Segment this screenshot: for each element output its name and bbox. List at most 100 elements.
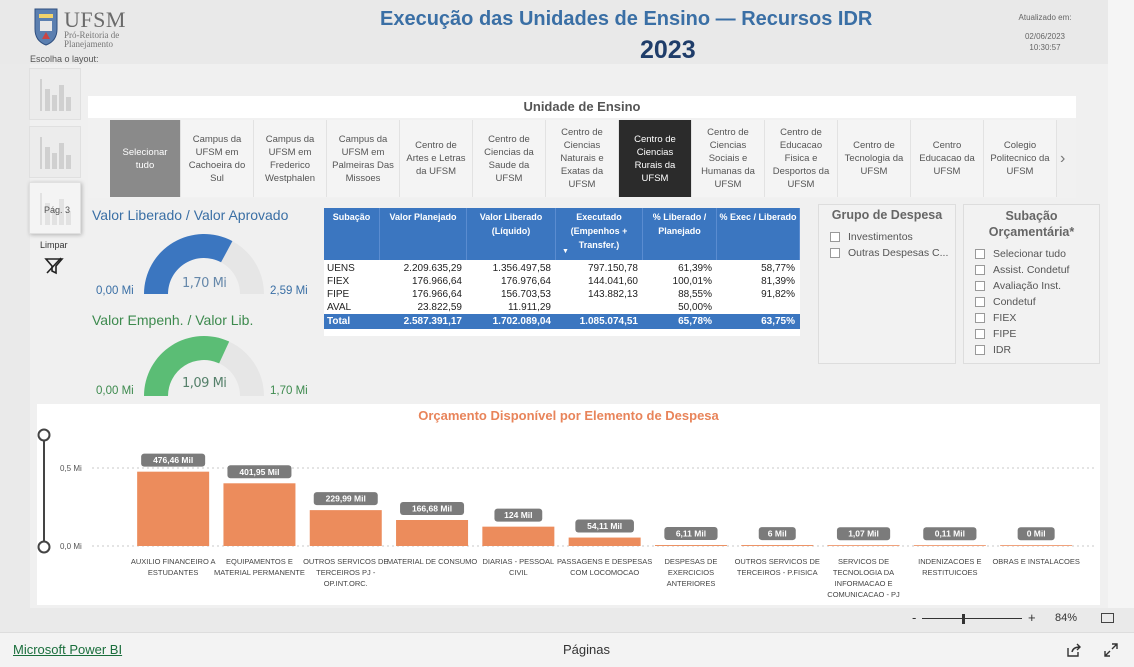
- checkbox[interactable]: [830, 232, 840, 242]
- fullscreen-icon[interactable]: [1104, 643, 1118, 657]
- x-tick-label: TECNOLOGIA DA: [833, 568, 894, 577]
- share-icon[interactable]: [1066, 643, 1082, 657]
- x-tick-label: TERCEIROS PJ -: [316, 568, 376, 577]
- x-tick-label: EQUIPAMENTOS E: [226, 557, 293, 566]
- bar: [654, 545, 727, 546]
- table-cell: 23.822,59: [417, 302, 463, 313]
- unit-tile[interactable]: Centro de Artes e Letras da UFSM: [400, 120, 473, 197]
- table-cell: 11.911,29: [507, 302, 551, 313]
- gauge2-title: Valor Empenh. / Valor Lib.: [92, 312, 254, 328]
- x-tick-label: ESTUDANTES: [148, 568, 198, 577]
- total-cell: 1.085.074,51: [579, 316, 638, 327]
- col-header-pct-exec[interactable]: % Exec / Liberado: [717, 208, 800, 260]
- slicer-option-label: Condetuf: [993, 296, 1036, 308]
- table-row[interactable]: FIEX 176.966,64 176.976,64 144.041,60 100,01…: [324, 275, 800, 288]
- total-cell: Total: [327, 316, 351, 327]
- table-row[interactable]: AVAL 23.822,59 11.911,29 50,00%: [324, 301, 800, 314]
- table-row[interactable]: UENS 2.209.635,29 1.356.497,58 797.150,78 61…: [324, 262, 800, 275]
- gauge1-max: 2,59 Mi: [270, 285, 308, 297]
- table-cell: 2.209.635,29: [403, 263, 462, 274]
- clear-filter-icon[interactable]: [44, 256, 64, 276]
- chevron-right-icon[interactable]: ›: [1060, 150, 1065, 168]
- table-row[interactable]: FIPE 176.966,64 156.703,53 143.882,13 88,55%…: [324, 288, 800, 301]
- x-tick-label: TERCEIROS - P.FISICA: [737, 568, 818, 577]
- x-tick-label: COMUNICACAO - PJ: [827, 590, 900, 599]
- unit-tile[interactable]: Centro de Ciencias Sociais e Humanas da …: [692, 120, 765, 197]
- fit-to-page-icon[interactable]: [1101, 613, 1114, 623]
- checkbox[interactable]: [975, 297, 985, 307]
- pages-button[interactable]: Páginas: [563, 642, 610, 657]
- chart-title: Orçamento Disponível por Elemento de Des…: [37, 404, 1100, 427]
- total-cell: 1.702.089,04: [492, 316, 551, 327]
- zoom-slider-track[interactable]: [922, 618, 1022, 619]
- data-label: 166,68 Mil: [412, 503, 452, 513]
- slicer-option[interactable]: Condetuf: [975, 294, 1099, 310]
- gauge2-min: 0,00 Mi: [96, 385, 134, 397]
- slicer-option[interactable]: Assist. Condetuf: [975, 262, 1099, 278]
- checkbox[interactable]: [975, 281, 985, 291]
- layout-option-3[interactable]: Pág. 3: [29, 182, 81, 234]
- unit-tile[interactable]: Centro de Tecnologia da UFSM: [838, 120, 911, 197]
- subacao-orcamentaria-options: Selecionar tudo Assist. Condetuf Avaliação…: [964, 240, 1099, 358]
- checkbox[interactable]: [975, 329, 985, 339]
- checkbox[interactable]: [975, 249, 985, 259]
- col-header-executado[interactable]: Executado (Empenhos + Transfer.) ▼: [556, 208, 643, 260]
- slicer-option-label: Avaliação Inst.: [993, 280, 1062, 292]
- choose-layout-label: Escolha o layout:: [30, 54, 99, 64]
- data-label: 0 Mil: [1027, 529, 1046, 539]
- slicer-option[interactable]: Selecionar tudo: [975, 246, 1099, 262]
- unit-tile[interactable]: Selecionar tudo: [110, 120, 181, 197]
- vertical-scrollbar[interactable]: [1108, 0, 1134, 608]
- slicer-option[interactable]: IDR: [975, 342, 1099, 358]
- table-cell: 176.966,64: [411, 289, 462, 300]
- unit-tile[interactable]: Colegio Politecnico da UFSM: [984, 120, 1057, 197]
- table-cell: 156.703,53: [500, 289, 551, 300]
- report-header: UFSM Pró-Reitoria de Planejamento Escolh…: [0, 0, 1108, 64]
- table-cell: 50,00%: [678, 302, 712, 313]
- unit-tile[interactable]: Centro Educacao da UFSM: [911, 120, 984, 197]
- zoom-slider-thumb[interactable]: [962, 614, 965, 624]
- unit-tile[interactable]: Campus da UFSM em Palmeiras Das Missoes: [327, 120, 400, 197]
- unit-tile[interactable]: Campus da UFSM em Frederico Westphalen: [254, 120, 327, 197]
- col-header-pct-liberado[interactable]: % Liberado / Planejado: [643, 208, 717, 260]
- checkbox[interactable]: [975, 265, 985, 275]
- unit-tile[interactable]: Centro de Educacao Fisica e Desportos da…: [765, 120, 838, 197]
- slicer-option[interactable]: Investimentos: [830, 229, 955, 245]
- zoom-out-button[interactable]: -: [912, 610, 916, 625]
- col-header-subacao[interactable]: Subação: [324, 208, 380, 260]
- powerbi-link[interactable]: Microsoft Power BI: [13, 642, 122, 657]
- updated-label: Atualizado em:: [1018, 13, 1072, 22]
- col-header-valor-planejado[interactable]: Valor Planejado: [380, 208, 467, 260]
- table-cell: 61,39%: [678, 263, 712, 274]
- ufsm-crest-icon: [34, 8, 58, 46]
- unit-tile[interactable]: Centro de Ciencias da Saude da UFSM: [473, 120, 546, 197]
- checkbox[interactable]: [830, 248, 840, 258]
- bar: [913, 545, 986, 546]
- checkbox[interactable]: [975, 313, 985, 323]
- updated-time: 10:30:57: [1029, 43, 1061, 52]
- checkbox[interactable]: [975, 345, 985, 355]
- layout-option-1[interactable]: [29, 68, 81, 120]
- unit-tile[interactable]: Campus da UFSM em Cachoeira do Sul: [181, 120, 254, 197]
- bar: [309, 510, 382, 546]
- layout-option-2[interactable]: [29, 126, 81, 178]
- x-tick-label: EXERCICIOS: [668, 568, 714, 577]
- col-header-valor-liberado[interactable]: Valor Liberado (Líquido): [467, 208, 556, 260]
- unit-tile[interactable]: Centro de Ciencias Rurais da UFSM: [619, 120, 692, 197]
- slicer-option[interactable]: FIEX: [975, 310, 1099, 326]
- unit-tile[interactable]: Centro de Ciencias Naturais e Exatas da …: [546, 120, 619, 197]
- gauge1-title: Valor Liberado / Valor Aprovado: [92, 207, 289, 223]
- x-tick-label: OUTROS SERVICOS DE: [735, 557, 820, 566]
- subacao-orcamentaria-title: Subação Orçamentária*: [964, 205, 1099, 240]
- zoom-in-button[interactable]: +: [1028, 610, 1036, 625]
- table-cell: 176.966,64: [411, 276, 462, 287]
- table-cell: FIPE: [327, 289, 350, 300]
- table-cell: [556, 301, 643, 314]
- slicer-option[interactable]: FIPE: [975, 326, 1099, 342]
- bar: [482, 526, 555, 546]
- table-cell: [717, 301, 800, 314]
- slicer-option[interactable]: Avaliação Inst.: [975, 278, 1099, 294]
- table-cell: 176.976,64: [500, 276, 551, 287]
- slicer-option[interactable]: Outras Despesas C...: [830, 245, 955, 261]
- x-tick-label: INFORMACAO E: [835, 579, 893, 588]
